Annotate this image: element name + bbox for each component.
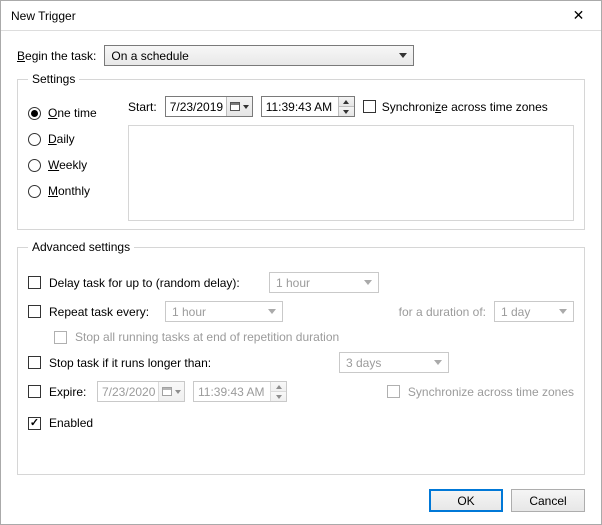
spin-down[interactable] (271, 391, 286, 401)
cancel-button[interactable]: Cancel (511, 489, 585, 512)
duration-value: 1 day (501, 305, 530, 319)
stop-longer-combo[interactable]: 3 days (339, 352, 449, 373)
repeat-combo[interactable]: 1 hour (165, 301, 283, 322)
repeat-label: Repeat task every: (49, 305, 157, 319)
stop-longer-label: Stop task if it runs longer than: (49, 356, 331, 370)
start-date-value: 7/23/2019 (170, 100, 223, 114)
radio-one-time-label: One time (48, 106, 97, 120)
close-icon: ✕ (573, 7, 585, 24)
begin-task-value: On a schedule (111, 49, 188, 63)
radio-daily-label: Daily (48, 132, 75, 146)
radio-weekly[interactable]: Weekly (28, 158, 114, 172)
spin-down[interactable] (339, 106, 354, 116)
chevron-down-icon (343, 110, 349, 114)
radio-one-time[interactable]: One time (28, 106, 114, 120)
sync-timezones-checkbox[interactable] (363, 100, 376, 113)
radio-icon (28, 185, 41, 198)
expire-label: Expire: (49, 385, 89, 399)
date-picker-button[interactable] (158, 382, 184, 401)
radio-monthly[interactable]: Monthly (28, 184, 114, 198)
repeat-value: 1 hour (172, 305, 206, 319)
stop-longer-value: 3 days (346, 356, 381, 370)
start-date-field[interactable]: 7/23/2019 (165, 96, 253, 117)
radio-daily[interactable]: Daily (28, 132, 114, 146)
window-title: New Trigger (11, 9, 76, 23)
expire-time-value: 11:39:43 AM (198, 385, 265, 399)
enabled-checkbox[interactable] (28, 417, 41, 430)
chevron-down-icon (175, 390, 181, 394)
begin-task-select[interactable]: On a schedule (104, 45, 414, 66)
delay-value: 1 hour (276, 276, 310, 290)
chevron-down-icon (559, 309, 567, 314)
spin-up[interactable] (271, 382, 286, 391)
start-time-value: 11:39:43 AM (266, 100, 333, 114)
chevron-down-icon (243, 105, 249, 109)
radio-weekly-label: Weekly (48, 158, 87, 172)
chevron-down-icon (364, 280, 372, 285)
frequency-column: One time Daily Weekly Monthly (28, 96, 114, 221)
radio-icon (28, 159, 41, 172)
close-button[interactable]: ✕ (556, 1, 601, 30)
chevron-up-icon (343, 100, 349, 104)
expire-sync-checkbox (387, 385, 400, 398)
radio-icon (28, 133, 41, 146)
delay-checkbox[interactable] (28, 276, 41, 289)
settings-group: Settings One time Daily Weekly Monthly (17, 72, 585, 230)
date-picker-button[interactable] (226, 97, 252, 116)
expire-sync-label: Synchronize across time zones (408, 385, 574, 399)
expire-date-value: 7/23/2020 (102, 385, 155, 399)
ok-button[interactable]: OK (429, 489, 503, 512)
advanced-legend: Advanced settings (28, 240, 134, 254)
radio-monthly-label: Monthly (48, 184, 90, 198)
start-label: Start: (128, 100, 157, 114)
chevron-up-icon (276, 385, 282, 389)
repeat-checkbox[interactable] (28, 305, 41, 318)
chevron-down-icon (434, 360, 442, 365)
calendar-icon (162, 387, 172, 396)
calendar-icon (230, 102, 240, 111)
advanced-group: Advanced settings Delay task for up to (… (17, 240, 585, 475)
schedule-extra-panel (128, 125, 574, 221)
time-spinner[interactable] (270, 382, 286, 401)
sync-timezones-label: Synchronize across time zones (382, 100, 548, 114)
expire-date-field[interactable]: 7/23/2020 (97, 381, 185, 402)
stop-end-checkbox (54, 331, 67, 344)
titlebar: New Trigger ✕ (1, 1, 601, 31)
chevron-down-icon (268, 309, 276, 314)
time-spinner[interactable] (338, 97, 354, 116)
expire-checkbox[interactable] (28, 385, 41, 398)
stop-end-label: Stop all running tasks at end of repetit… (75, 330, 339, 344)
settings-legend: Settings (28, 72, 79, 86)
start-time-field[interactable]: 11:39:43 AM (261, 96, 355, 117)
spin-up[interactable] (339, 97, 354, 106)
duration-label: for a duration of: (399, 305, 486, 319)
duration-combo[interactable]: 1 day (494, 301, 574, 322)
radio-icon (28, 107, 41, 120)
expire-time-field[interactable]: 11:39:43 AM (193, 381, 287, 402)
chevron-down-icon (399, 53, 407, 58)
stop-longer-checkbox[interactable] (28, 356, 41, 369)
enabled-label: Enabled (49, 416, 93, 430)
begin-task-label: Begin the task: (17, 49, 96, 63)
chevron-down-icon (276, 395, 282, 399)
delay-label: Delay task for up to (random delay): (49, 276, 261, 290)
delay-combo[interactable]: 1 hour (269, 272, 379, 293)
